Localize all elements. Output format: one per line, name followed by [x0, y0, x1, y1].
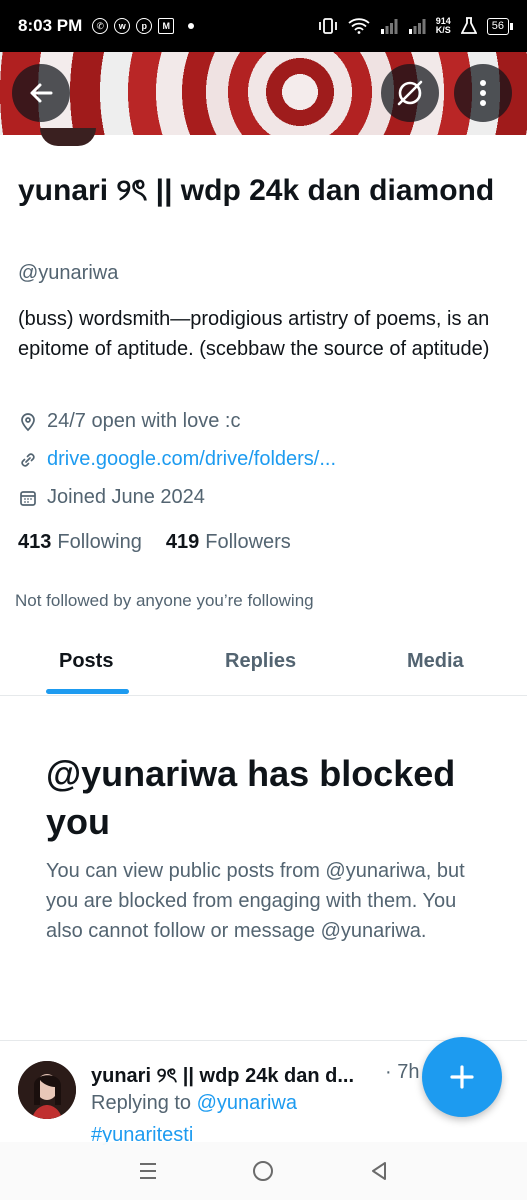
home-button[interactable] [248, 1156, 278, 1186]
joined-text: Joined June 2024 [47, 486, 205, 508]
location-text: 24/7 open with love :c [47, 410, 241, 432]
more-notifications-dot [188, 23, 195, 29]
compose-button[interactable] [422, 1037, 502, 1117]
system-navigation-bar [0, 1142, 527, 1200]
battery-indicator: 56 [486, 17, 514, 35]
replying-prefix: Replying to [91, 1092, 192, 1114]
whatsapp-icon: ✆ [92, 18, 109, 34]
menu-lines-icon [139, 1163, 156, 1179]
calendar-icon [18, 488, 38, 508]
more-options-button[interactable] [454, 64, 512, 122]
blocked-title: @yunariwa has blocked you [46, 753, 456, 842]
profile-tabs: Posts Replies Media [0, 640, 527, 696]
profile-banner[interactable] [0, 52, 527, 135]
post-avatar[interactable] [18, 1061, 76, 1119]
notification-icons: ✆ w p M [92, 18, 175, 34]
post-author[interactable]: yunari ୨ৎ || wdp 24k dan d... [91, 1061, 354, 1094]
recent-apps-button[interactable] [133, 1156, 163, 1186]
profile-joined: Joined June 2024 [18, 486, 205, 509]
tab-media[interactable]: Media [407, 650, 464, 673]
profile-avatar[interactable] [40, 128, 96, 146]
sync-off-button[interactable] [381, 64, 439, 122]
back-button[interactable] [12, 64, 70, 122]
tab-posts[interactable]: Posts [59, 650, 113, 673]
profile-bio: (buss) wordsmith—prodigious artistry of … [18, 308, 490, 360]
active-tab-indicator [46, 689, 129, 694]
flask-icon [460, 17, 477, 34]
followers-link[interactable]: 419 Followers [166, 531, 291, 554]
weibo-icon: w [114, 18, 131, 34]
blocked-body: You can view public posts from @yunariwa… [46, 860, 465, 942]
back-nav-button[interactable] [364, 1156, 394, 1186]
network-speed: 914 K/S [436, 17, 451, 35]
profile-website[interactable]: drive.google.com/drive/folders/... [18, 448, 336, 471]
replying-handle[interactable]: @yunariwa [197, 1092, 297, 1114]
gmail-icon: M [158, 18, 175, 34]
following-count: 413 [18, 531, 52, 553]
status-bar: 8:03 PM ✆ w p M 914 K/S 56 [0, 0, 527, 52]
circle-home-icon [253, 1161, 274, 1181]
profile-handle: @yunariwa [18, 262, 119, 284]
profile-name: yunari ୨ৎ || wdp 24k dan diamond [18, 174, 495, 207]
followers-count: 419 [165, 531, 200, 553]
followers-label: Followers [205, 531, 291, 553]
pinterest-icon: p [136, 18, 153, 34]
wifi-icon [348, 18, 370, 34]
website-link[interactable]: drive.google.com/drive/folders/... [47, 448, 336, 471]
post-time: · 7h [385, 1061, 420, 1083]
post-replying-to: Replying to @yunariwa [91, 1092, 297, 1115]
not-followed-notice: Not followed by anyone you’re following [15, 591, 314, 610]
vibrate-icon [318, 18, 337, 34]
following-label: Following [57, 531, 142, 553]
profile-location: 24/7 open with love :c [18, 410, 240, 433]
circle-slash-icon [397, 80, 423, 106]
follow-stats: 413 Following 419 Followers [18, 531, 291, 554]
triangle-back-icon [372, 1162, 387, 1180]
signal-icon [380, 19, 398, 34]
location-pin-icon [18, 412, 38, 432]
network-speed-unit: K/S [435, 25, 451, 35]
more-vertical-icon [480, 80, 486, 106]
signal-icon-2 [408, 19, 426, 34]
status-time: 8:03 PM [18, 16, 83, 35]
tab-replies[interactable]: Replies [225, 650, 296, 673]
following-link[interactable]: 413 Following [18, 531, 142, 554]
plus-icon [450, 1065, 474, 1089]
link-icon [18, 450, 38, 470]
arrow-left-icon [30, 83, 53, 103]
